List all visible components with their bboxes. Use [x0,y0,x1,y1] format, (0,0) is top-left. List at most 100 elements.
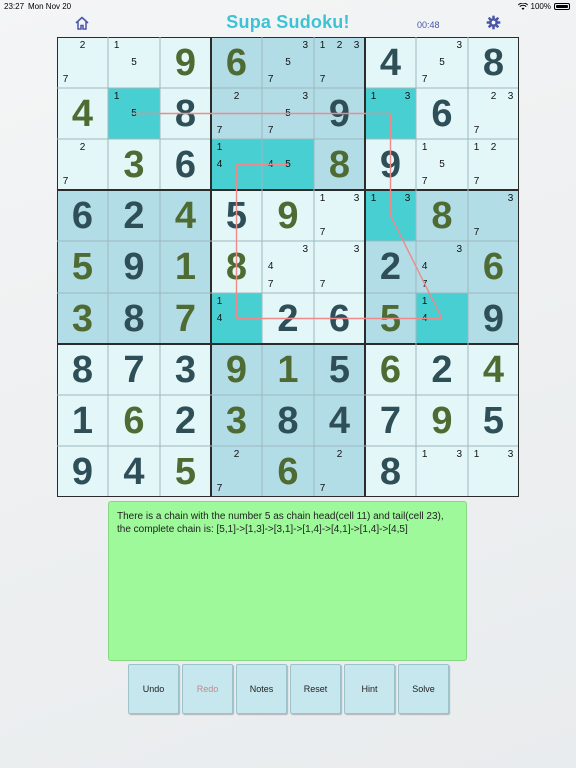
cell-r8c2[interactable]: 6 [108,395,160,446]
cell-r8c9[interactable]: 5 [468,395,519,446]
cell-r3c2[interactable]: 3 [108,139,160,190]
cell-r5c1[interactable]: 5 [57,241,108,293]
cell-r4c5[interactable]: 9 [262,190,314,241]
cell-r2c1[interactable]: 4 [57,88,108,139]
cell-r5c4[interactable]: 8 [211,241,262,293]
cell-r9c5[interactable]: 6 [262,446,314,497]
cell-r3c3[interactable]: 6 [160,139,211,190]
cell-r2c8[interactable]: 6 [416,88,468,139]
cell-r8c3[interactable]: 2 [160,395,211,446]
cell-r1c4[interactable]: 6 [211,37,262,88]
cell-r5c8[interactable]: 3 4 7 [416,241,468,293]
cell-r3c9[interactable]: 12 7 [468,139,519,190]
cell-r5c5[interactable]: 3 4 7 [262,241,314,293]
cell-r3c7[interactable]: 9 [365,139,416,190]
cell-digit: 6 [123,399,145,442]
pencil-mark: 7 [62,73,69,85]
cell-r2c7[interactable]: 13 [365,88,416,139]
cell-r2c2[interactable]: 15 [108,88,160,139]
cell-r7c6[interactable]: 5 [314,344,365,395]
cell-r8c8[interactable]: 9 [416,395,468,446]
cell-r4c6[interactable]: 1 3 7 [314,190,365,241]
cell-r1c8[interactable]: 357 [416,37,468,88]
cell-r3c8[interactable]: 157 [416,139,468,190]
cell-r2c4[interactable]: 27 [211,88,262,139]
cell-r4c3[interactable]: 4 [160,190,211,241]
cell-r9c4[interactable]: 27 [211,446,262,497]
cell-r2c6[interactable]: 9 [314,88,365,139]
cell-r7c2[interactable]: 7 [108,344,160,395]
pencil-mark: 1 [216,295,223,307]
cell-r9c3[interactable]: 5 [160,446,211,497]
gear-icon[interactable] [486,15,501,30]
cell-r8c6[interactable]: 4 [314,395,365,446]
cell-r1c6[interactable]: 123 7 [314,37,365,88]
cell-r9c7[interactable]: 8 [365,446,416,497]
cell-r4c4[interactable]: 5 [211,190,262,241]
cell-r5c3[interactable]: 1 [160,241,211,293]
cell-digit: 7 [123,348,145,391]
cell-r9c8[interactable]: 13 [416,446,468,497]
cell-r7c7[interactable]: 6 [365,344,416,395]
cell-r4c7[interactable]: 13 [365,190,416,241]
cell-r8c4[interactable]: 3 [211,395,262,446]
pencil-mark: 3 [302,90,309,102]
cell-r4c2[interactable]: 2 [108,190,160,241]
cell-r6c9[interactable]: 9 [468,293,519,344]
cell-r8c5[interactable]: 8 [262,395,314,446]
pencil-mark: 3 [456,244,463,256]
cell-r6c7[interactable]: 5 [365,293,416,344]
cell-r2c5[interactable]: 357 [262,88,314,139]
cell-r9c6[interactable]: 27 [314,446,365,497]
cell-r1c1[interactable]: 27 [57,37,108,88]
cell-r2c3[interactable]: 8 [160,88,211,139]
cell-r1c7[interactable]: 4 [365,37,416,88]
cell-r8c7[interactable]: 7 [365,395,416,446]
reset-button[interactable]: Reset [290,664,341,714]
cell-r7c8[interactable]: 2 [416,344,468,395]
cell-r6c5[interactable]: 2 [262,293,314,344]
cell-r3c4[interactable]: 14 [211,139,262,190]
undo-button[interactable]: Undo [128,664,179,714]
cell-r2c9[interactable]: 23 7 [468,88,519,139]
cell-r1c2[interactable]: 15 [108,37,160,88]
cell-r9c1[interactable]: 9 [57,446,108,497]
redo-button[interactable]: Redo [182,664,233,714]
cell-r8c1[interactable]: 1 [57,395,108,446]
cell-r4c1[interactable]: 6 [57,190,108,241]
cell-r4c9[interactable]: 37 [468,190,519,241]
cell-r3c5[interactable]: 45 [262,139,314,190]
cell-r6c8[interactable]: 14 [416,293,468,344]
pencil-mark: 4 [216,312,223,324]
cell-r7c9[interactable]: 4 [468,344,519,395]
cell-r7c3[interactable]: 3 [160,344,211,395]
cell-r3c6[interactable]: 8 [314,139,365,190]
pencil-mark: 4 [421,312,428,324]
solve-button[interactable]: Solve [398,664,449,714]
hint-button[interactable]: Hint [344,664,395,714]
hint-panel: There is a chain with the number 5 as ch… [108,501,467,661]
cell-r5c6[interactable]: 37 [314,241,365,293]
cell-r9c2[interactable]: 4 [108,446,160,497]
pencil-mark: 3 [456,39,463,51]
cell-r6c6[interactable]: 6 [314,293,365,344]
cell-r7c5[interactable]: 1 [262,344,314,395]
battery-percent: 100% [530,2,551,11]
cell-r9c9[interactable]: 13 [468,446,519,497]
cell-r7c1[interactable]: 8 [57,344,108,395]
cell-r5c7[interactable]: 2 [365,241,416,293]
cell-r1c9[interactable]: 8 [468,37,519,88]
cell-r1c3[interactable]: 9 [160,37,211,88]
pencil-mark: 2 [336,448,343,460]
cell-r5c2[interactable]: 9 [108,241,160,293]
cell-r6c2[interactable]: 8 [108,293,160,344]
cell-r1c5[interactable]: 357 [262,37,314,88]
cell-r3c1[interactable]: 27 [57,139,108,190]
cell-r6c3[interactable]: 7 [160,293,211,344]
cell-r6c1[interactable]: 3 [57,293,108,344]
notes-button[interactable]: Notes [236,664,287,714]
cell-r5c9[interactable]: 6 [468,241,519,293]
cell-r4c8[interactable]: 8 [416,190,468,241]
cell-r7c4[interactable]: 9 [211,344,262,395]
cell-r6c4[interactable]: 14 [211,293,262,344]
